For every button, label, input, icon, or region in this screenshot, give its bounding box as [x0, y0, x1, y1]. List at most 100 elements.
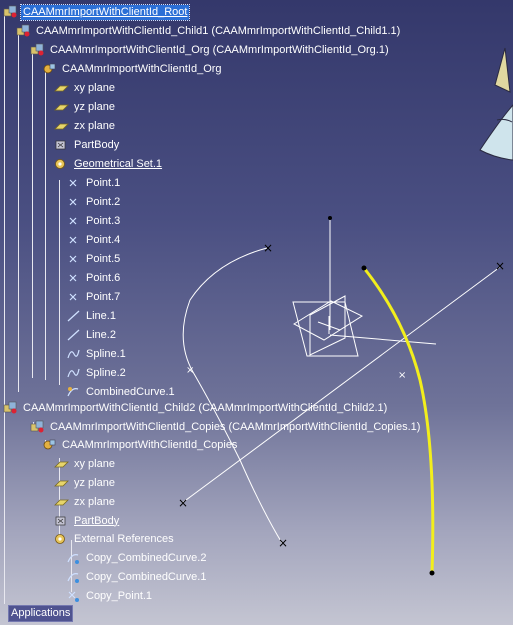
tree-node-apps[interactable]: Applications — [8, 604, 74, 622]
tree-node-label: xy plane — [74, 457, 115, 470]
product-icon — [3, 5, 18, 19]
tree-node-p1[interactable]: Point.1 — [66, 174, 122, 192]
tree-node-p2[interactable]: Point.2 — [66, 193, 122, 211]
plane-icon — [54, 81, 69, 95]
spline-icon — [66, 347, 81, 361]
line-icon — [66, 328, 81, 342]
tree-node-label: CAAMmrImportWithClientId_Child2 (CAAMmrI… — [23, 401, 388, 414]
line-icon — [66, 309, 81, 323]
tree-node-l2[interactable]: Line.2 — [66, 326, 118, 344]
tree-connector — [59, 180, 60, 385]
plane-icon — [54, 457, 69, 471]
tree-node-label: Line.1 — [86, 309, 116, 322]
point-icon — [66, 290, 81, 304]
tree-node-label: CAAMmrImportWithClientId_Org (CAAMmrImpo… — [50, 43, 389, 56]
tree-node-label: CAAMmrImportWithClientId_Copies — [62, 438, 238, 451]
tree-node-label: Point.6 — [86, 271, 121, 284]
tree-node-child2[interactable]: CAAMmrImportWithClientId_Child2 (CAAMmrI… — [3, 399, 389, 417]
tree-node-p3[interactable]: Point.3 — [66, 212, 122, 230]
tree-node-label: zx plane — [74, 495, 115, 508]
geometrical-set-icon — [54, 157, 69, 171]
copy-curve-icon — [66, 551, 81, 565]
tree-node-label: Point.4 — [86, 233, 121, 246]
tree-node-label: zx plane — [74, 119, 115, 132]
product-icon — [30, 43, 45, 57]
tree-node-l1[interactable]: Line.1 — [66, 307, 118, 325]
tree-node-label: Copy_Point.1 — [86, 589, 153, 602]
tree-node-label: yz plane — [74, 100, 115, 113]
tree-node-label: Copy_CombinedCurve.1 — [86, 570, 207, 583]
tree-node-label: PartBody — [74, 138, 120, 151]
tree-node-s1[interactable]: Spline.1 — [66, 345, 128, 363]
tree-node-extref[interactable]: External References — [54, 530, 176, 548]
tree-node-copies-instance[interactable]: CAAMmrImportWithClientId_Copies (CAAMmrI… — [30, 418, 422, 436]
point-icon — [66, 252, 81, 266]
tree-node-org-instance[interactable]: CAAMmrImportWithClientId_Org (CAAMmrImpo… — [30, 41, 391, 59]
partbody-icon — [54, 514, 69, 528]
tree-node-xy1[interactable]: xy plane — [54, 79, 117, 97]
tree-node-org-part[interactable]: CAAMmrImportWithClientId_Org — [42, 60, 224, 78]
plane-icon — [54, 476, 69, 490]
tree-node-copies-part[interactable]: CAAMmrImportWithClientId_Copies — [42, 436, 239, 454]
tree-node-label: CAAMmrImportWithClientId_Child1 (CAAMmrI… — [36, 24, 401, 37]
geometrical-set-icon — [54, 532, 69, 546]
tree-node-child1[interactable]: CAAMmrImportWithClientId_Child1 (CAAMmrI… — [16, 22, 402, 40]
copy-point-icon — [66, 589, 81, 603]
tree-node-label: Point.7 — [86, 290, 121, 303]
point-icon — [66, 214, 81, 228]
tree-node-label: Geometrical Set.1 — [74, 157, 163, 170]
tree-node-label: Point.3 — [86, 214, 121, 227]
tree-node-yz2[interactable]: yz plane — [54, 474, 117, 492]
tree-connector — [45, 66, 46, 380]
tree-node-root[interactable]: CAAMmrImportWithClientId_Root — [3, 3, 191, 21]
point-icon — [66, 195, 81, 209]
tree-node-p7[interactable]: Point.7 — [66, 288, 122, 306]
tree-node-partbody2[interactable]: PartBody — [54, 512, 121, 530]
product-icon — [30, 420, 45, 434]
product-icon — [3, 401, 18, 415]
tree-node-label: Point.5 — [86, 252, 121, 265]
plane-icon — [54, 100, 69, 114]
tree-node-yz1[interactable]: yz plane — [54, 98, 117, 116]
tree-node-label: xy plane — [74, 81, 115, 94]
tree-node-label: CAAMmrImportWithClientId_Root — [19, 3, 191, 21]
tree-node-partbody1[interactable]: PartBody — [54, 136, 121, 154]
tree-node-zx1[interactable]: zx plane — [54, 117, 117, 135]
tree-node-xy2[interactable]: xy plane — [54, 455, 117, 473]
product-icon — [16, 24, 31, 38]
tree-node-label: Applications — [8, 604, 74, 622]
tree-node-copy-cc1[interactable]: Copy_CombinedCurve.1 — [66, 568, 208, 586]
part-icon — [42, 438, 57, 452]
tree-node-label: CAAMmrImportWithClientId_Org — [62, 62, 222, 75]
tree-node-label: Spline.1 — [86, 347, 126, 360]
tree-node-p4[interactable]: Point.4 — [66, 231, 122, 249]
part-icon — [42, 62, 57, 76]
point-icon — [66, 271, 81, 285]
tree-node-label: Copy_CombinedCurve.2 — [86, 551, 207, 564]
specification-tree: CAAMmrImportWithClientId_Root CAAMmrImpor… — [0, 0, 513, 625]
partbody-icon — [54, 138, 69, 152]
tree-node-s2[interactable]: Spline.2 — [66, 364, 128, 382]
tree-connector — [32, 48, 33, 378]
plane-icon — [54, 119, 69, 133]
point-icon — [66, 233, 81, 247]
tree-node-copy-cc2[interactable]: Copy_CombinedCurve.2 — [66, 549, 208, 567]
tree-node-p5[interactable]: Point.5 — [66, 250, 122, 268]
tree-node-label: yz plane — [74, 476, 115, 489]
tree-connector — [4, 400, 5, 604]
tree-node-label: Point.2 — [86, 195, 121, 208]
tree-node-geoset1[interactable]: Geometrical Set.1 — [54, 155, 164, 173]
tree-node-label: Spline.2 — [86, 366, 126, 379]
combined-curve-icon — [66, 385, 81, 399]
tree-node-label: Line.2 — [86, 328, 116, 341]
tree-node-zx2[interactable]: zx plane — [54, 493, 117, 511]
tree-connector — [18, 30, 19, 392]
tree-node-p6[interactable]: Point.6 — [66, 269, 122, 287]
copy-curve-icon — [66, 570, 81, 584]
plane-icon — [54, 495, 69, 509]
point-icon — [66, 176, 81, 190]
tree-node-label: PartBody — [74, 514, 120, 527]
tree-node-copy-p1[interactable]: Copy_Point.1 — [66, 587, 154, 605]
tree-node-label: CAAMmrImportWithClientId_Copies (CAAMmrI… — [50, 420, 421, 433]
tree-node-label: External References — [74, 532, 174, 545]
